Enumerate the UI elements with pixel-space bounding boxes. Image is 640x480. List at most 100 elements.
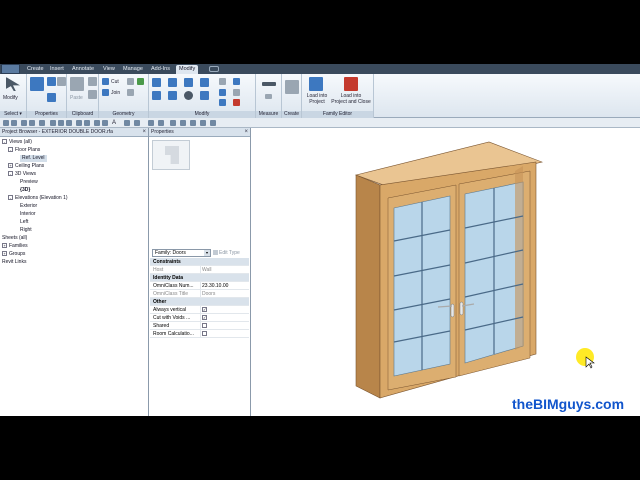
match-type-icon[interactable] [88, 90, 97, 99]
mirror-axis-icon[interactable] [184, 78, 193, 87]
save-icon[interactable] [11, 120, 17, 126]
options-icon[interactable] [210, 120, 216, 126]
application-menu-button[interactable] [1, 64, 20, 74]
collapse-icon[interactable]: - [8, 195, 13, 200]
tree-item[interactable]: Preview [20, 179, 38, 186]
checkbox-icon[interactable]: ✓ [202, 307, 207, 313]
checkbox-icon[interactable]: ✓ [202, 315, 207, 321]
unjoin-icon[interactable] [127, 89, 134, 96]
property-group-header[interactable]: Constraints [150, 258, 249, 266]
rotate-icon[interactable] [184, 91, 193, 100]
section-icon[interactable] [84, 120, 90, 126]
panel-select-label[interactable]: Select ▾ [0, 111, 26, 118]
3d-view-icon[interactable] [76, 120, 82, 126]
dimension-icon[interactable] [265, 94, 272, 99]
close-hidden-icon[interactable] [102, 120, 108, 126]
modify-arrow-icon[interactable] [6, 77, 20, 91]
tree-item[interactable]: + Groups [2, 251, 25, 258]
tree-item[interactable]: + Ceiling Plans [8, 163, 44, 170]
align-icon[interactable] [152, 78, 161, 87]
collapse-icon[interactable]: - [2, 139, 7, 144]
tree-item[interactable]: - Elevations (Elevation 1) [8, 195, 68, 202]
pin-icon[interactable] [233, 78, 240, 85]
offset-icon[interactable] [168, 78, 177, 87]
tab-add-ins[interactable]: Add-Ins [148, 65, 173, 74]
load-into-project-label[interactable]: Load into Project [305, 93, 329, 105]
array-icon[interactable] [219, 89, 226, 96]
text-icon[interactable]: A [112, 120, 118, 126]
tree-item[interactable]: Exterior [20, 203, 37, 210]
redo-icon[interactable] [29, 120, 35, 126]
property-checkbox[interactable] [200, 322, 248, 330]
cut-label[interactable]: Cut [111, 79, 119, 85]
tree-item[interactable]: Sheets (all) [2, 235, 27, 242]
family-types-icon[interactable] [47, 93, 56, 102]
tree-item[interactable]: Revit Links [2, 259, 26, 266]
property-checkbox[interactable] [200, 330, 248, 338]
open-icon[interactable] [3, 120, 9, 126]
ref-plane-icon[interactable] [190, 120, 196, 126]
measure-icon[interactable] [262, 82, 276, 86]
family-category-icon[interactable] [57, 77, 66, 86]
load-into-project-close-icon[interactable] [344, 77, 358, 91]
family-selector[interactable]: Family: Doors ▾ [152, 249, 211, 257]
uncut-icon[interactable] [127, 78, 134, 85]
property-group-header[interactable]: Other [150, 298, 249, 306]
tree-item[interactable]: + Families [2, 243, 28, 250]
expand-icon[interactable]: + [8, 163, 13, 168]
tree-item[interactable]: Ref. Level [20, 155, 47, 162]
checkbox-icon[interactable] [202, 323, 207, 329]
collapse-icon[interactable]: - [8, 171, 13, 176]
cut-geometry-icon[interactable] [102, 78, 109, 85]
tree-item[interactable]: Interior [20, 211, 36, 218]
property-group-header[interactable]: Identity Data [150, 274, 249, 282]
thin-lines-icon[interactable] [94, 120, 100, 126]
qat-dropdown-icon[interactable] [134, 120, 140, 126]
show-icon[interactable] [200, 120, 206, 126]
create-group-icon[interactable] [285, 80, 299, 94]
expand-icon[interactable]: + [2, 251, 7, 256]
paste-label[interactable]: Paste [70, 95, 83, 101]
copy-icon[interactable] [88, 77, 97, 86]
copy-tool-icon[interactable] [168, 91, 177, 100]
delete-icon[interactable] [233, 99, 240, 106]
tree-item[interactable]: Left [20, 219, 28, 226]
join-geometry-icon[interactable] [102, 89, 109, 96]
3d-view-canvas[interactable] [252, 128, 640, 416]
property-checkbox[interactable]: ✓ [200, 314, 248, 322]
mirror-draw-icon[interactable] [200, 78, 209, 87]
paste-icon[interactable] [70, 77, 84, 91]
properties-icon[interactable] [30, 77, 44, 91]
unpin-icon[interactable] [233, 89, 240, 96]
property-value[interactable]: 23.30.10.00 [200, 282, 248, 290]
modify-tool-label[interactable]: Modify [3, 95, 18, 101]
close-icon[interactable]: × [244, 128, 248, 137]
property-checkbox[interactable]: ✓ [200, 306, 248, 314]
type-properties-icon[interactable] [47, 77, 56, 86]
trim-icon[interactable] [200, 91, 209, 100]
undo-icon[interactable] [21, 120, 27, 126]
aligned-dimension-icon[interactable] [58, 120, 64, 126]
tree-item[interactable]: Right [20, 227, 32, 234]
load-into-project-icon[interactable] [309, 77, 323, 91]
tag-icon[interactable] [66, 120, 72, 126]
tab-insert[interactable]: Insert [47, 65, 67, 74]
geometry-extra-icon[interactable] [137, 78, 144, 85]
tree-item[interactable]: - Floor Plans [8, 147, 40, 154]
switch-windows-icon[interactable] [124, 120, 130, 126]
measure-qat-icon[interactable] [50, 120, 56, 126]
view-option-2-icon[interactable] [158, 120, 164, 126]
expand-icon[interactable]: + [2, 243, 7, 248]
chevron-down-icon[interactable]: ▾ [204, 250, 210, 256]
view-option-1-icon[interactable] [148, 120, 154, 126]
tree-item[interactable]: - Views (all) [2, 139, 32, 146]
load-into-project-close-label[interactable]: Load into Project and Close [330, 93, 372, 105]
ribbon-toggle-icon[interactable] [209, 66, 219, 72]
close-icon[interactable]: × [142, 128, 146, 137]
edit-type-button[interactable]: Edit Type [213, 249, 248, 257]
tab-annotate[interactable]: Annotate [69, 65, 97, 74]
checkbox-icon[interactable] [202, 331, 207, 337]
tree-item[interactable]: {3D} [20, 187, 30, 194]
collapse-icon[interactable]: - [8, 147, 13, 152]
tab-manage[interactable]: Manage [120, 65, 146, 74]
